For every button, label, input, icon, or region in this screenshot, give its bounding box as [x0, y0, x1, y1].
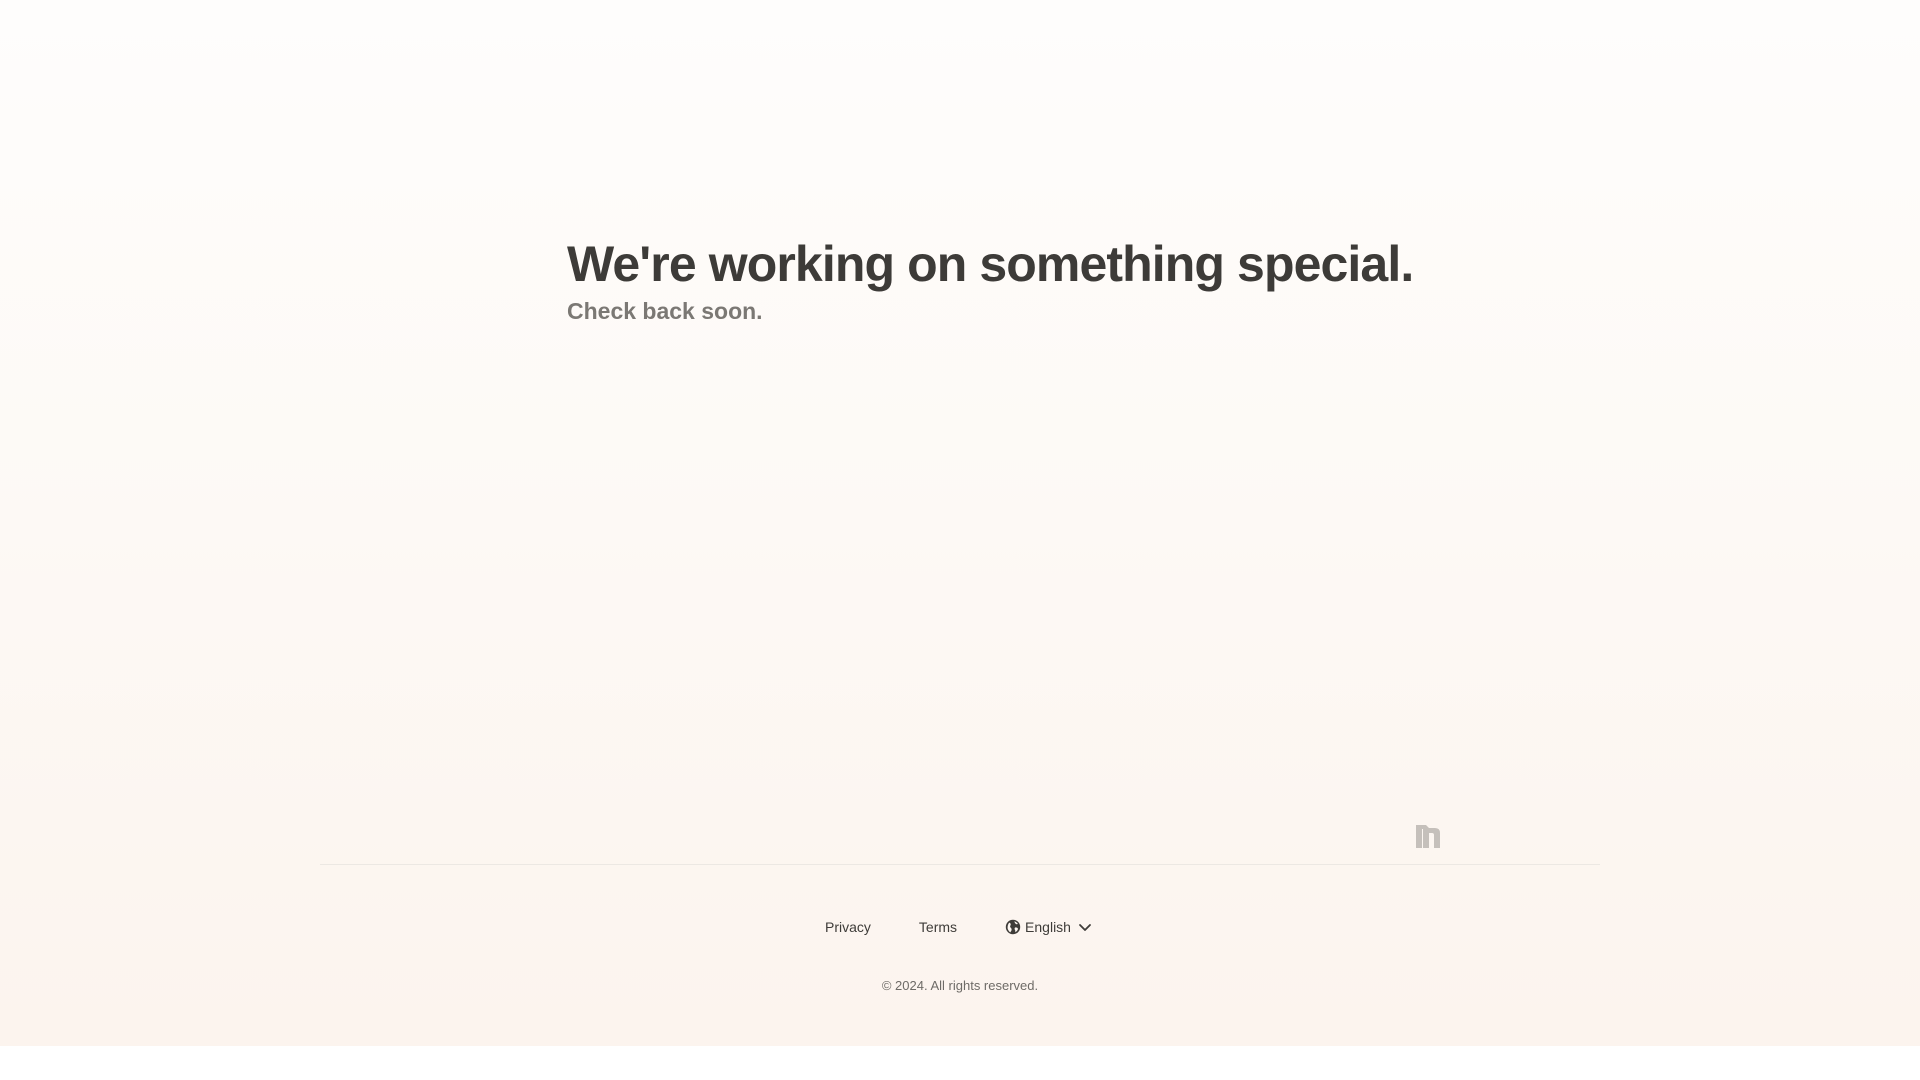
- globe-icon: [1005, 919, 1021, 935]
- footer-nav: Privacy Terms English: [0, 912, 1920, 942]
- terms-link[interactable]: Terms: [895, 919, 981, 935]
- privacy-link[interactable]: Privacy: [801, 919, 895, 935]
- brand-logo-icon: [1415, 823, 1441, 849]
- hero-section: We're working on something special. Chec…: [567, 232, 1414, 326]
- page-title: We're working on something special.: [567, 236, 1414, 292]
- page-subtitle: Check back soon.: [567, 298, 763, 324]
- footer-divider: [320, 864, 1600, 865]
- copyright-text: © 2024. All rights reserved.: [881, 978, 1039, 993]
- page: We're working on something special. Chec…: [0, 0, 1920, 1046]
- chevron-down-icon: [1075, 919, 1095, 935]
- language-label: English: [1025, 919, 1071, 935]
- language-selector[interactable]: English: [981, 919, 1119, 935]
